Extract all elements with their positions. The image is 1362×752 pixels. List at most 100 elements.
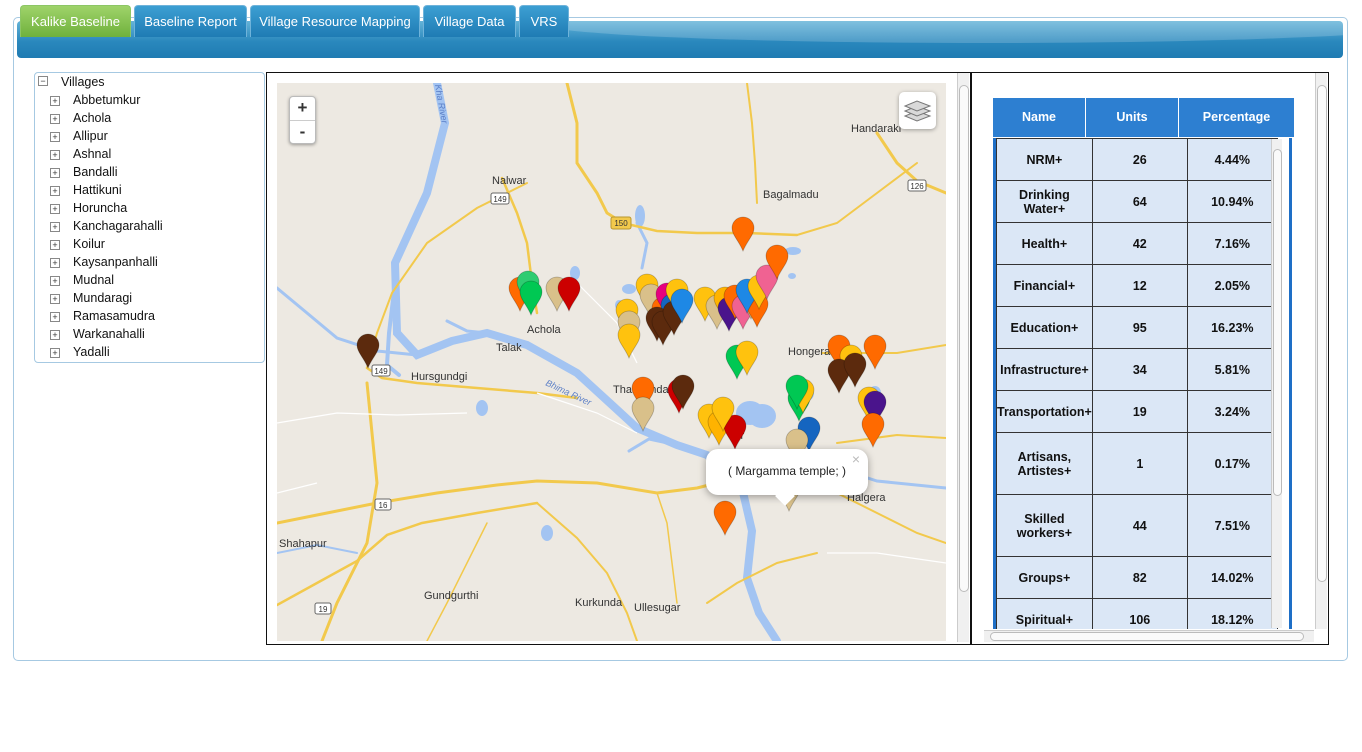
tab-baseline-report[interactable]: Baseline Report (134, 5, 247, 37)
cell-units: 95 (1091, 306, 1188, 349)
place-label: Ullesugar (634, 602, 681, 614)
table-row[interactable]: Spiritual+ 106 18.12% (996, 598, 1278, 629)
map-marker-icon[interactable] (617, 323, 641, 360)
cell-pct: 18.12% (1186, 598, 1278, 629)
col-header-units[interactable]: Units (1086, 98, 1178, 137)
table-row[interactable]: Drinking Water+ 64 10.94% (996, 180, 1278, 223)
scroll-thumb[interactable] (1317, 85, 1327, 582)
tree-item-village[interactable]: Yadalli (73, 343, 110, 361)
expand-icon[interactable]: + (50, 132, 60, 142)
tree-item-village[interactable]: Achola (73, 109, 111, 127)
map-canvas[interactable]: 149 150 126 16 19 149 Handaraki Nalwar B… (277, 83, 946, 641)
expand-icon[interactable]: + (50, 312, 60, 322)
tree-root-villages[interactable]: Villages (61, 73, 105, 91)
expand-icon[interactable]: + (50, 330, 60, 340)
cell-pct: 4.44% (1186, 138, 1278, 181)
tree-item-village[interactable]: Horuncha (73, 199, 127, 217)
map-marker-icon[interactable] (863, 334, 887, 371)
tab-village-resource-mapping[interactable]: Village Resource Mapping (250, 5, 420, 37)
cell-pct: 10.94% (1186, 180, 1278, 223)
map-marker-icon[interactable] (519, 280, 543, 317)
tree-item-village[interactable]: Bandalli (73, 163, 117, 181)
map-marker-icon[interactable] (557, 276, 581, 313)
layers-button[interactable] (899, 92, 936, 129)
cell-name: Drinking Water+ (996, 180, 1093, 223)
table-row[interactable]: Transportation+ 19 3.24% (996, 390, 1278, 433)
cell-units: 82 (1091, 556, 1188, 599)
cell-pct: 16.23% (1186, 306, 1278, 349)
place-label: Achola (527, 324, 562, 336)
table-row[interactable]: Health+ 42 7.16% (996, 222, 1278, 265)
tab-vrs[interactable]: VRS (519, 5, 569, 37)
expand-icon[interactable]: + (50, 186, 60, 196)
zoom-in-button[interactable]: + (290, 97, 315, 121)
tab-village-data[interactable]: Village Data (423, 5, 516, 37)
expand-icon[interactable]: + (50, 294, 60, 304)
cell-name: Artisans, Artistes+ (996, 432, 1093, 495)
tree-item-village[interactable]: Mundaragi (73, 289, 132, 307)
tree-item-village[interactable]: Kaysanpanhalli (73, 253, 158, 271)
map-marker-icon[interactable] (356, 333, 380, 370)
river-label: Kha River (433, 84, 450, 126)
expand-icon[interactable]: + (50, 96, 60, 106)
col-header-percentage[interactable]: Percentage (1179, 98, 1294, 137)
col-header-name[interactable]: Name (993, 98, 1085, 137)
tree-item-village[interactable]: Hattikuni (73, 181, 122, 199)
map-pane-scrollbar[interactable] (957, 73, 969, 642)
table-row[interactable]: Education+ 95 16.23% (996, 306, 1278, 349)
stats-table-body: NRM+ 26 4.44% Drinking Water+ 64 10.94% Health… (993, 138, 1292, 629)
table-row[interactable]: NRM+ 26 4.44% (996, 138, 1278, 181)
tree-item-village[interactable]: Abbetumkur (73, 91, 140, 109)
place-label: Nalwar (492, 175, 527, 187)
table-row[interactable]: Financial+ 12 2.05% (996, 264, 1278, 307)
tree-item-village[interactable]: Mudnal (73, 271, 114, 289)
map-marker-icon[interactable] (843, 352, 867, 389)
tree-item-village[interactable]: Kanchagarahalli (73, 217, 163, 235)
expand-icon[interactable]: + (50, 276, 60, 286)
map-popup: ( Margamma temple; ) × (706, 449, 868, 506)
tab-kalike-baseline[interactable]: Kalike Baseline (20, 5, 131, 37)
zoom-out-button[interactable]: - (290, 121, 315, 144)
expand-icon[interactable]: + (50, 204, 60, 214)
table-row[interactable]: Artisans, Artistes+ 1 0.17% (996, 432, 1278, 495)
road-label: 149 (374, 367, 388, 376)
scroll-thumb[interactable] (1273, 149, 1282, 496)
place-label: Handaraki (851, 123, 901, 135)
tree-item-village[interactable]: Koilur (73, 235, 105, 253)
map-marker-icon[interactable] (861, 412, 885, 449)
map-marker-icon[interactable] (713, 500, 737, 537)
place-label: Shahapur (279, 538, 327, 550)
expand-icon[interactable]: + (50, 150, 60, 160)
expand-icon[interactable]: + (50, 114, 60, 124)
scroll-thumb[interactable] (990, 632, 1304, 641)
popup-close-icon[interactable]: × (852, 451, 860, 467)
tree-item-village[interactable]: Allipur (73, 127, 108, 145)
place-label: Gundgurthi (424, 590, 478, 602)
road-label: 126 (910, 182, 924, 191)
tree-item-village[interactable]: Ashnal (73, 145, 111, 163)
expand-icon[interactable]: + (50, 222, 60, 232)
cell-name: NRM+ (996, 138, 1093, 181)
cell-units: 34 (1091, 348, 1188, 391)
place-label: Kurkunda (575, 597, 623, 609)
stats-pane-scrollbar[interactable] (1315, 73, 1327, 629)
tree-item-village[interactable]: Warkanahalli (73, 325, 145, 343)
cell-name: Spiritual+ (996, 598, 1093, 629)
map-marker-icon[interactable] (731, 216, 755, 253)
place-label: Hursgundgi (411, 371, 467, 383)
place-label: Bagalmadu (763, 189, 819, 201)
table-row[interactable]: Groups+ 82 14.02% (996, 556, 1278, 599)
cell-units: 12 (1091, 264, 1188, 307)
scroll-thumb[interactable] (959, 85, 969, 592)
cell-pct: 7.51% (1186, 494, 1278, 557)
expand-icon[interactable]: + (50, 240, 60, 250)
expand-icon[interactable]: + (50, 348, 60, 358)
stats-pane-hscrollbar[interactable] (984, 630, 1314, 642)
table-scrollbar[interactable] (1271, 139, 1282, 628)
collapse-villages-icon[interactable]: − (38, 76, 48, 86)
table-row[interactable]: Skilled workers+ 44 7.51% (996, 494, 1278, 557)
expand-icon[interactable]: + (50, 168, 60, 178)
tree-item-village[interactable]: Ramasamudra (73, 307, 155, 325)
expand-icon[interactable]: + (50, 258, 60, 268)
table-row[interactable]: Infrastructure+ 34 5.81% (996, 348, 1278, 391)
